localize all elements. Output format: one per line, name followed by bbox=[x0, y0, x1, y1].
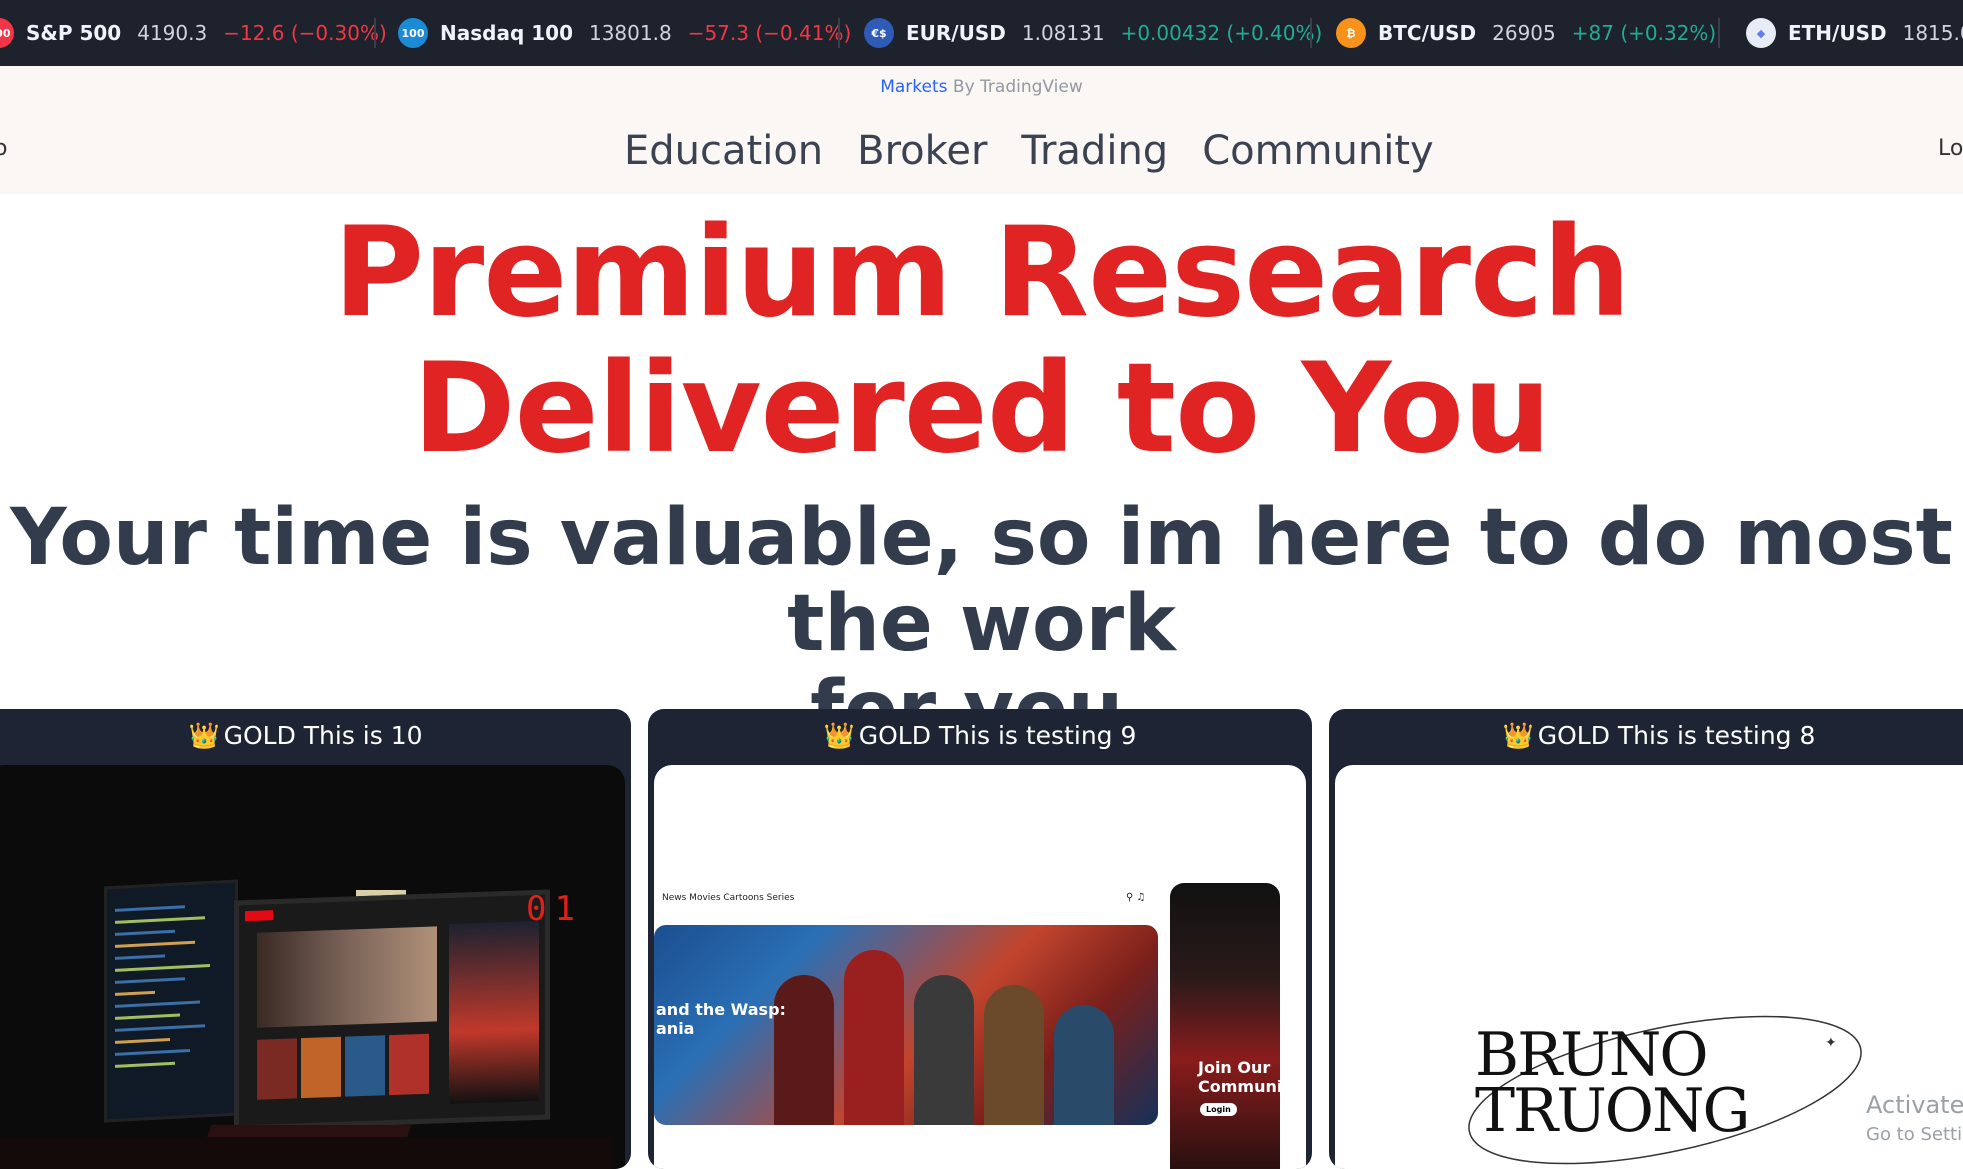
tradingview-attribution: Markets By TradingView bbox=[0, 66, 1963, 108]
nasdaq-logo-icon: 100 bbox=[398, 18, 428, 48]
mock-login-button: Login bbox=[1200, 1103, 1237, 1116]
markets-link[interactable]: Markets bbox=[880, 77, 947, 97]
mock-banner-title: and the Wasp: ania bbox=[656, 1000, 786, 1038]
logo-line1: BRUNO bbox=[1475, 1020, 1709, 1090]
desk-surface bbox=[0, 1137, 612, 1169]
ticker-name: Nasdaq 100 bbox=[440, 21, 573, 45]
card-title: 👑 GOLD This is 10 bbox=[0, 709, 631, 763]
crown-icon: 👑 bbox=[1502, 721, 1534, 750]
mock-community-text: Join Our Community. bbox=[1198, 1058, 1280, 1096]
ethereum-icon: ◆ bbox=[1746, 18, 1776, 48]
hero-title-line1: Premium Research bbox=[333, 201, 1631, 345]
ticker-name: S&P 500 bbox=[26, 21, 122, 45]
mock-movie-banner: and the Wasp: ania bbox=[654, 925, 1158, 1125]
ticker-divider bbox=[838, 18, 840, 48]
watermark-line2: Go to Setti bbox=[1866, 1124, 1963, 1145]
research-card-1[interactable]: 👑 GOLD This is 10 01 bbox=[0, 709, 631, 1169]
hero-title: Premium Research Delivered to You bbox=[0, 205, 1963, 477]
nav-logo-fragment[interactable]: o bbox=[0, 136, 7, 161]
by-tradingview-text: By TradingView bbox=[947, 77, 1083, 97]
ticker-divider bbox=[1310, 18, 1312, 48]
sp500-logo-icon: 500 bbox=[0, 18, 14, 48]
poster-thumbnail bbox=[449, 920, 539, 1105]
hero-subtitle-line1: Your time is valuable, so im here to do … bbox=[10, 493, 1953, 669]
logo-line2: TRUONG bbox=[1475, 1076, 1750, 1146]
nav-link-community[interactable]: Community bbox=[1202, 128, 1434, 174]
mock-site-nav: News Movies Cartoons Series bbox=[662, 893, 795, 903]
desk-clock: 01 bbox=[526, 889, 583, 929]
ticker-item-ethusd[interactable]: ◆ ETH/USD 1815.0 bbox=[1746, 0, 1963, 66]
research-card-2[interactable]: 👑 GOLD This is testing 9 News Movies Cart… bbox=[648, 709, 1312, 1169]
ticker-price: 4190.3 bbox=[137, 21, 208, 45]
bitcoin-icon: ₿ bbox=[1336, 18, 1366, 48]
card-title-text: GOLD This is testing 8 bbox=[1537, 721, 1816, 750]
ticker-divider bbox=[1718, 18, 1720, 48]
nav-link-trading[interactable]: Trading bbox=[1021, 128, 1168, 174]
ticker-tape: 500 S&P 500 4190.3 −12.6 (−0.30%) 100 Na… bbox=[0, 0, 1963, 66]
ticker-change: −57.3 (−0.41%) bbox=[687, 21, 852, 45]
streaming-monitor bbox=[234, 889, 550, 1131]
ticker-change: −12.6 (−0.30%) bbox=[223, 21, 387, 45]
main-nav: o Education Broker Trading Community Lo bbox=[0, 108, 1963, 194]
netflix-logo-icon bbox=[245, 910, 273, 922]
login-link-fragment[interactable]: Lo bbox=[1938, 136, 1963, 161]
card-title-text: GOLD This is testing 9 bbox=[858, 721, 1137, 750]
nav-link-education[interactable]: Education bbox=[624, 128, 823, 174]
ticker-price: 13801.8 bbox=[588, 21, 672, 45]
ticker-price: 26905 bbox=[1492, 21, 1556, 45]
nav-link-broker[interactable]: Broker bbox=[857, 128, 987, 174]
ticker-item-btcusd[interactable]: ₿ BTC/USD 26905 +87 (+0.32%) bbox=[1336, 0, 1716, 66]
ticker-change: +0.00432 (+0.40%) bbox=[1120, 21, 1323, 45]
ticker-name: EUR/USD bbox=[906, 21, 1006, 45]
card-image-movie-site[interactable]: News Movies Cartoons Series ⚲ ♫ and the … bbox=[654, 765, 1306, 1169]
card-title: 👑 GOLD This is testing 8 bbox=[1329, 709, 1963, 763]
ticker-price: 1815.0 bbox=[1902, 21, 1963, 45]
ticker-change: +87 (+0.32%) bbox=[1571, 21, 1717, 45]
eu-flag-icon: €$ bbox=[864, 18, 894, 48]
card-title-text: GOLD This is 10 bbox=[223, 721, 423, 750]
ticker-price: 1.08131 bbox=[1021, 21, 1105, 45]
code-monitor bbox=[104, 879, 238, 1123]
ticker-name: BTC/USD bbox=[1378, 21, 1477, 45]
nav-links: Education Broker Trading Community bbox=[624, 128, 1434, 174]
hero-thumbnail bbox=[257, 926, 437, 1028]
card-image-desk-setup[interactable]: 01 bbox=[0, 765, 625, 1169]
mock-community-panel: Join Our Community. Login bbox=[1170, 883, 1280, 1169]
ticker-item-nasdaq[interactable]: 100 Nasdaq 100 13801.8 −57.3 (−0.41%) bbox=[398, 0, 851, 66]
hero-title-line2: Delivered to You bbox=[412, 337, 1552, 481]
crown-icon: 👑 bbox=[188, 721, 220, 750]
ticker-divider bbox=[374, 18, 376, 48]
ticker-item-eurusd[interactable]: €$ EUR/USD 1.08131 +0.00432 (+0.40%) bbox=[864, 0, 1322, 66]
ticker-name: ETH/USD bbox=[1788, 21, 1887, 45]
crown-icon: 👑 bbox=[823, 721, 855, 750]
mock-search-icon: ⚲ ♫ bbox=[1126, 892, 1146, 903]
watermark-line1: Activate bbox=[1866, 1091, 1963, 1119]
ticker-item-sp500[interactable]: 500 S&P 500 4190.3 −12.6 (−0.30%) bbox=[0, 0, 387, 66]
svg-text:✦: ✦ bbox=[1825, 1035, 1837, 1051]
card-title: 👑 GOLD This is testing 9 bbox=[648, 709, 1312, 763]
bruno-truong-logo: BRUNO TRUONG bbox=[1475, 1020, 1750, 1146]
windows-activation-watermark: Activate Go to Setti bbox=[1866, 1090, 1963, 1150]
